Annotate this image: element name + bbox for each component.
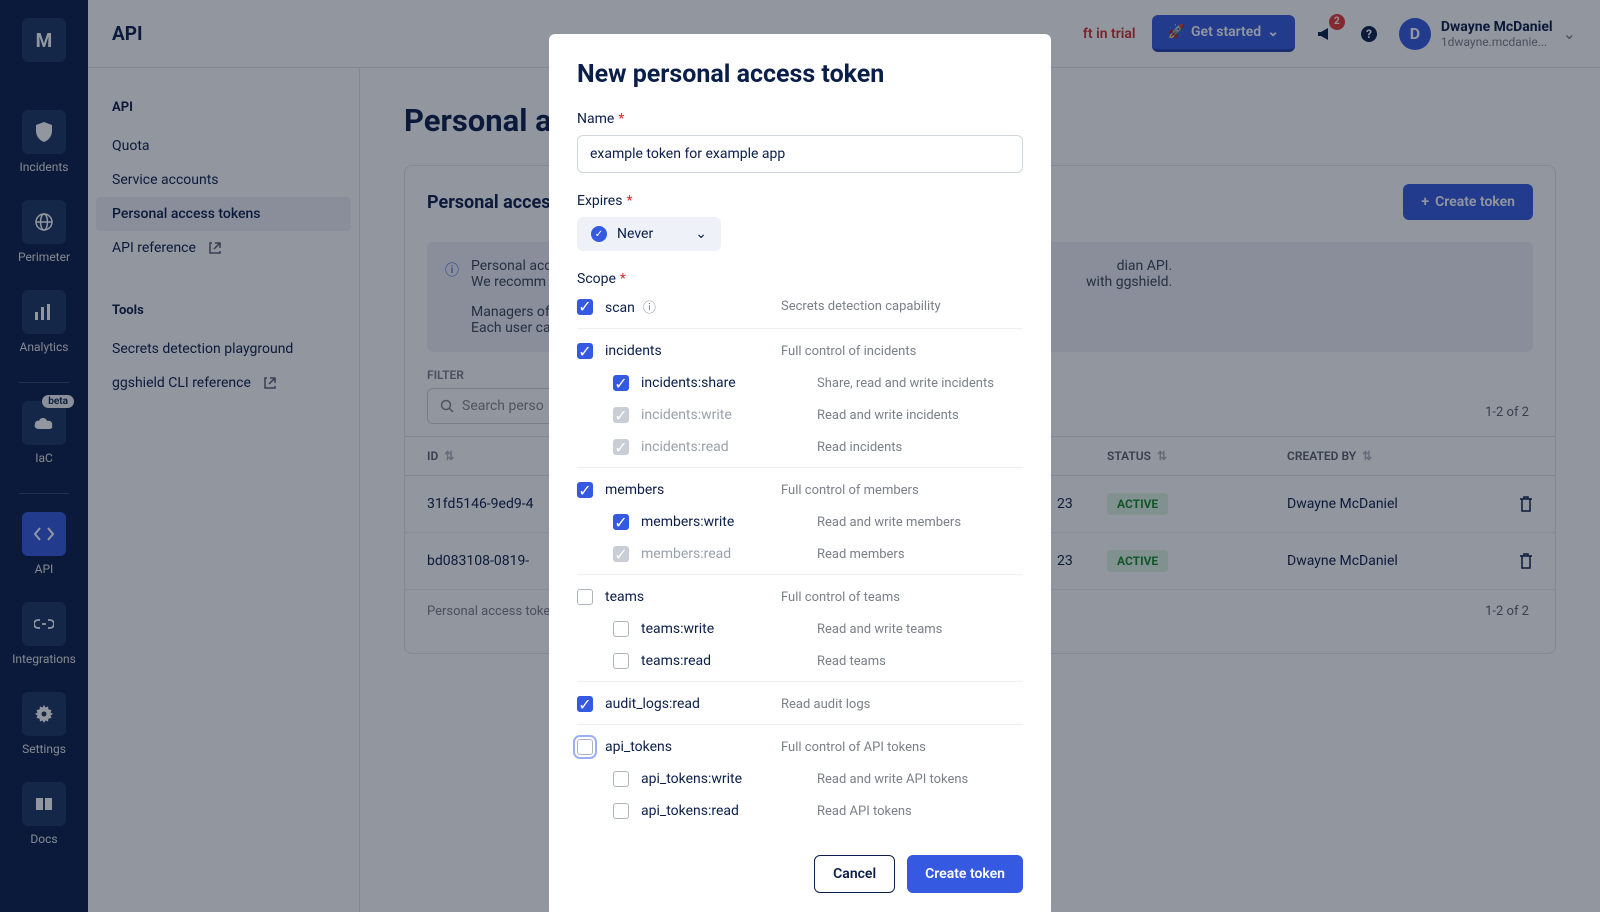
checkbox: ✓	[613, 439, 629, 455]
scope-name: incidents	[605, 343, 781, 359]
checkbox[interactable]: ✓	[613, 375, 629, 391]
checkbox[interactable]: ✓	[613, 514, 629, 530]
scope-row-teams-write: teams:writeRead and write teams	[577, 613, 1023, 645]
scope-name: teams:write	[641, 621, 817, 637]
scope-desc: Read API tokens	[817, 804, 912, 819]
checkbox[interactable]	[613, 771, 629, 787]
expires-label: Expires*	[577, 193, 1023, 209]
checkbox[interactable]	[613, 803, 629, 819]
scope-desc: Share, read and write incidents	[817, 376, 994, 391]
scope-desc: Read incidents	[817, 440, 902, 455]
checkbox[interactable]: ✓	[577, 343, 593, 359]
scope-row-scan: ✓ scanⓘSecrets detection capability	[577, 295, 1023, 324]
scope-row-incidents-read: ✓ incidents:readRead incidents	[577, 431, 1023, 463]
scope-row-members: ✓ membersFull control of members	[577, 467, 1023, 506]
checkbox[interactable]	[613, 621, 629, 637]
checkbox[interactable]: ✓	[577, 482, 593, 498]
help-icon[interactable]: ⓘ	[643, 301, 656, 316]
scope-desc: Full control of members	[781, 483, 919, 498]
scope-row-incidents: ✓ incidentsFull control of incidents	[577, 328, 1023, 367]
scope-name: api_tokens	[605, 739, 781, 755]
scope-name: teams:read	[641, 653, 817, 669]
scope-row-members-read: ✓ members:readRead members	[577, 538, 1023, 570]
scope-row-teams-read: teams:readRead teams	[577, 645, 1023, 677]
checkbox: ✓	[613, 407, 629, 423]
scope-row-api-tokens: api_tokensFull control of API tokens	[577, 724, 1023, 763]
name-label: Name*	[577, 111, 1023, 127]
checkbox[interactable]	[613, 653, 629, 669]
scope-desc: Full control of API tokens	[781, 740, 926, 755]
modal-title: New personal access token	[577, 60, 1023, 89]
scope-row-audit-logs-read: ✓ audit_logs:readRead audit logs	[577, 681, 1023, 720]
scope-row-incidents-share: ✓ incidents:shareShare, read and write in…	[577, 367, 1023, 399]
create-token-modal: New personal access token Name* Expires*…	[549, 34, 1051, 917]
checkbox[interactable]: ✓	[577, 696, 593, 712]
scope-desc: Read and write members	[817, 515, 961, 530]
name-input[interactable]	[577, 135, 1023, 173]
scope-name: members:write	[641, 514, 817, 530]
expires-select[interactable]: ✓ Never ⌄	[577, 217, 721, 251]
scope-label: Scope*	[577, 271, 1023, 287]
chevron-down-icon: ⌄	[695, 226, 707, 242]
scope-name: members	[605, 482, 781, 498]
scope-row-teams: teamsFull control of teams	[577, 574, 1023, 613]
scope-desc: Read members	[817, 547, 905, 562]
scope-desc: Read audit logs	[781, 697, 870, 712]
create-button[interactable]: Create token	[907, 855, 1023, 893]
scope-name: api_tokens:read	[641, 803, 817, 819]
scope-row-api-tokens-read: api_tokens:readRead API tokens	[577, 795, 1023, 827]
scope-name: incidents:write	[641, 407, 817, 423]
scope-desc: Secrets detection capability	[781, 299, 941, 314]
scope-row-members-write: ✓ members:writeRead and write members	[577, 506, 1023, 538]
scope-row-api-tokens-write: api_tokens:writeRead and write API token…	[577, 763, 1023, 795]
scope-desc: Read and write incidents	[817, 408, 959, 423]
check-icon: ✓	[591, 226, 607, 242]
scope-desc: Read teams	[817, 654, 886, 669]
scope-row-incidents-write: ✓ incidents:writeRead and write incidents	[577, 399, 1023, 431]
scope-name: audit_logs:read	[605, 696, 781, 712]
scope-name: api_tokens:write	[641, 771, 817, 787]
scope-desc: Full control of teams	[781, 590, 900, 605]
scope-desc: Read and write API tokens	[817, 772, 968, 787]
expires-value: Never	[617, 226, 653, 242]
scope-name: teams	[605, 589, 781, 605]
cancel-button[interactable]: Cancel	[814, 855, 895, 893]
scope-desc: Full control of incidents	[781, 344, 916, 359]
scope-desc: Read and write teams	[817, 622, 942, 637]
checkbox[interactable]	[577, 739, 593, 755]
scope-name: incidents:share	[641, 375, 817, 391]
scope-name: incidents:read	[641, 439, 817, 455]
checkbox[interactable]	[577, 589, 593, 605]
checkbox[interactable]: ✓	[577, 299, 593, 315]
checkbox: ✓	[613, 546, 629, 562]
scope-name: members:read	[641, 546, 817, 562]
scope-name: scanⓘ	[605, 297, 781, 316]
